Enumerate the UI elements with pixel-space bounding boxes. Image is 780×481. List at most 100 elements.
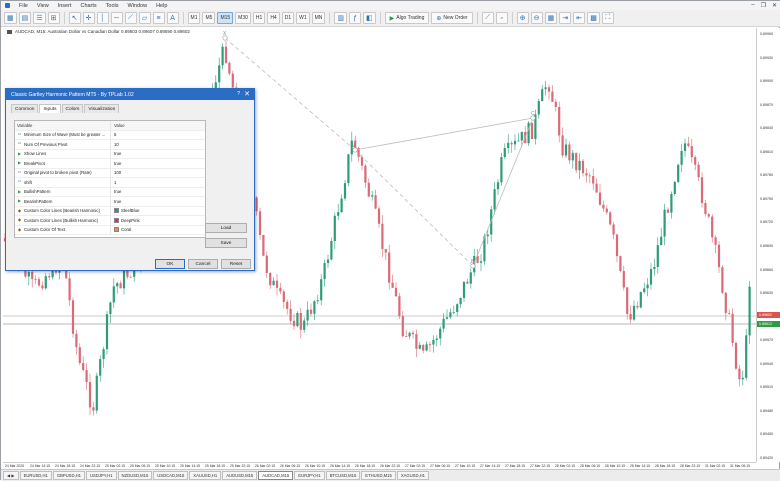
param-value[interactable]: 10 bbox=[111, 142, 119, 147]
menu-help[interactable]: Help bbox=[156, 3, 167, 9]
restore-icon[interactable]: ❐ bbox=[761, 2, 766, 9]
tile-windows-icon[interactable]: ▦ bbox=[544, 12, 558, 24]
color-swatch[interactable] bbox=[114, 208, 119, 214]
market-watch-icon[interactable]: ☰ bbox=[33, 12, 46, 24]
color-swatch[interactable] bbox=[114, 227, 119, 233]
param-row[interactable]: ▶ BullishPattern true bbox=[15, 187, 205, 197]
param-row[interactable]: ◆ Custom Color Of Text Coral bbox=[15, 225, 205, 235]
param-value[interactable]: true bbox=[111, 199, 121, 204]
param-value[interactable]: 1 bbox=[111, 180, 116, 185]
timeframe-m5-button[interactable]: M5 bbox=[202, 12, 216, 24]
timeframe-h1-button[interactable]: H1 bbox=[252, 12, 266, 24]
param-value[interactable]: Coral bbox=[111, 227, 131, 233]
screenshot-icon[interactable]: ⛶ bbox=[601, 12, 614, 24]
symbol-tab[interactable]: USDCAD,M15 bbox=[153, 471, 189, 480]
save-button[interactable]: Save bbox=[205, 238, 247, 248]
param-value[interactable]: true bbox=[111, 151, 121, 156]
signal-icon[interactable]: ⟋ bbox=[481, 12, 494, 24]
symbol-tab[interactable]: EURUSD,H1 bbox=[19, 471, 52, 480]
param-row[interactable]: ¹² shift 1 bbox=[15, 178, 205, 188]
close-icon[interactable]: ✕ bbox=[244, 90, 250, 98]
navigator-icon[interactable]: ⊞ bbox=[47, 12, 60, 24]
timeframe-h4-button[interactable]: H4 bbox=[267, 12, 280, 24]
param-value[interactable]: true bbox=[111, 161, 121, 166]
text-tool-icon[interactable]: A bbox=[166, 12, 179, 24]
menu-tools[interactable]: Tools bbox=[106, 3, 119, 9]
timeframe-m1-button[interactable]: M1 bbox=[187, 12, 201, 24]
symbol-tab[interactable]: XAUUSD,H1 bbox=[189, 471, 222, 480]
menu-view[interactable]: View bbox=[37, 3, 49, 9]
menu-charts[interactable]: Charts bbox=[80, 3, 96, 9]
tick-chart-icon[interactable]: ▫ bbox=[495, 12, 508, 24]
timeframe-mn-button[interactable]: MN bbox=[311, 12, 326, 24]
minimize-icon[interactable]: – bbox=[751, 2, 754, 9]
cursor-icon[interactable]: ↖ bbox=[68, 12, 81, 24]
trendline-icon[interactable]: ⟋ bbox=[124, 12, 137, 24]
profiles-icon[interactable]: ▤ bbox=[18, 12, 32, 24]
color-swatch[interactable] bbox=[114, 217, 119, 223]
cancel-button[interactable]: Cancel bbox=[188, 259, 218, 269]
symbol-tab[interactable]: NZDUSD,M15 bbox=[117, 471, 153, 480]
tab-colors[interactable]: Colors bbox=[61, 104, 84, 113]
timeframe-m15-button[interactable]: M15 bbox=[217, 12, 234, 24]
crosshair-icon[interactable]: ✛ bbox=[82, 12, 95, 24]
menu-window[interactable]: Window bbox=[128, 3, 148, 9]
close-icon[interactable]: ✕ bbox=[772, 2, 777, 9]
menu-insert[interactable]: Insert bbox=[58, 3, 72, 9]
ok-button[interactable]: OK bbox=[155, 259, 185, 269]
param-row[interactable]: ▶ BearishPattern true bbox=[15, 197, 205, 207]
param-row[interactable]: ¹² Original pivot to broken pivot (Rate) 1… bbox=[15, 168, 205, 178]
param-row[interactable]: ◆ Custom Color Lines (Bearish Harmonic) St… bbox=[15, 206, 205, 216]
fibonacci-icon[interactable]: ≡ bbox=[152, 12, 165, 24]
param-row[interactable]: ▶ Show Lines true bbox=[15, 149, 205, 159]
price-label: 0.89690 bbox=[760, 244, 773, 248]
symbol-tab[interactable]: BTCUSD,M15 bbox=[325, 471, 361, 480]
param-value[interactable]: 5 bbox=[111, 132, 116, 137]
horizontal-line-icon[interactable]: ─ bbox=[110, 12, 123, 24]
menu-file[interactable]: File bbox=[19, 3, 28, 9]
grid-icon[interactable]: ▩ bbox=[587, 12, 600, 24]
timeframe-w1-button[interactable]: W1 bbox=[296, 12, 310, 24]
chart-shift-icon[interactable]: ⇤ bbox=[573, 12, 586, 24]
templates-icon[interactable]: ◧ bbox=[363, 12, 376, 24]
timeframe-m30-button[interactable]: M30 bbox=[235, 12, 251, 24]
symbol-tab[interactable]: EURJPY,H1 bbox=[294, 471, 325, 480]
load-button[interactable]: Load bbox=[205, 223, 247, 233]
tab-scroll-icon[interactable]: ◀ ▶ bbox=[3, 471, 19, 480]
symbol-tab[interactable]: ETHUSD,M15 bbox=[361, 471, 396, 480]
symbol-tab[interactable]: XAGUSD,H1 bbox=[396, 471, 430, 480]
tab-inputs[interactable]: Inputs bbox=[39, 104, 61, 113]
algo-trading-button[interactable]: ▶ Algo Trading bbox=[384, 12, 430, 24]
param-value[interactable]: 100 bbox=[111, 170, 121, 175]
new-order-button[interactable]: ⊕ New Order bbox=[431, 12, 473, 24]
new-chart-icon[interactable]: ▦ bbox=[4, 12, 17, 24]
indicators-icon[interactable]: ƒ bbox=[349, 12, 362, 24]
timeframe-d1-button[interactable]: D1 bbox=[281, 12, 295, 24]
tab-common[interactable]: Common bbox=[11, 104, 39, 113]
param-row[interactable]: ¹² Num Of Previous Pivot 10 bbox=[15, 140, 205, 150]
time-axis[interactable]: 24 Mar 2025 24 Mar 14:15 24 Mar 18:15 24 Ma… bbox=[3, 462, 756, 469]
param-value[interactable]: true bbox=[111, 189, 121, 194]
param-row[interactable]: ◆ Custom Color Lines (Bullish Harmonic) De… bbox=[15, 216, 205, 226]
chart-type-icon[interactable]: ▥ bbox=[334, 12, 348, 24]
symbol-tab[interactable]: GBPUSD,H1 bbox=[52, 471, 86, 480]
tab-visualization[interactable]: Visualization bbox=[84, 104, 120, 113]
help-icon[interactable]: ? bbox=[237, 91, 240, 97]
reset-button[interactable]: Reset bbox=[221, 259, 251, 269]
param-row[interactable]: ▶ BreakPivot true bbox=[15, 159, 205, 169]
param-row[interactable]: ¹² Minimum Size of Wave (Must be greater … bbox=[15, 130, 205, 140]
zoom-out-icon[interactable]: ⊖ bbox=[530, 12, 543, 24]
param-value[interactable]: SteelBlue bbox=[111, 208, 139, 214]
zoom-in-icon[interactable]: ⊕ bbox=[516, 12, 529, 24]
candle-body bbox=[602, 204, 605, 209]
symbol-tab[interactable]: AUDCAD,M15 bbox=[258, 471, 294, 480]
vertical-line-icon[interactable]: │ bbox=[96, 12, 109, 24]
autoscroll-icon[interactable]: ⇥ bbox=[559, 12, 572, 24]
symbol-tab[interactable]: USDJPY,H1 bbox=[86, 471, 117, 480]
symbol-tab[interactable]: AUDUSD,M15 bbox=[222, 471, 258, 480]
dialog-titlebar[interactable]: Classic Gartley Harmonic Pattern MT5 - B… bbox=[6, 89, 254, 100]
candle-body bbox=[588, 175, 591, 177]
channel-icon[interactable]: ▱ bbox=[138, 12, 151, 24]
param-value[interactable]: DeepPink bbox=[111, 217, 140, 223]
price-axis[interactable]: 0.89960 0.89930 0.89900 0.89870 0.89840 0.898… bbox=[756, 28, 780, 462]
